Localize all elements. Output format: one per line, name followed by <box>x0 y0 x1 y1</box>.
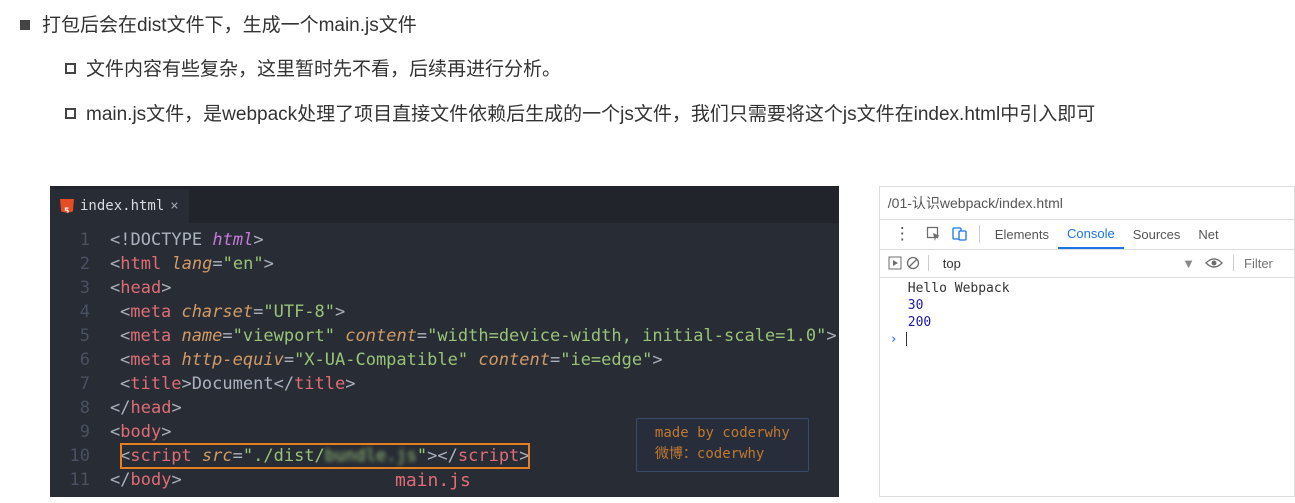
code-line: <meta charset="UTF-8"> <box>110 300 839 324</box>
kebab-menu-icon[interactable]: ⋮ <box>884 224 921 244</box>
live-expression-icon[interactable] <box>1205 256 1223 270</box>
inspect-element-icon[interactable] <box>921 226 947 242</box>
code-line: <!DOCTYPE html> <box>110 228 839 252</box>
close-icon[interactable]: × <box>170 194 178 218</box>
device-toggle-icon[interactable] <box>947 226 973 242</box>
devtools-tab-bar: ⋮ Elements Console Sources Net <box>880 220 1294 250</box>
separator <box>979 225 980 243</box>
bullet-level2: 文件内容有些复杂，这里暂时先不看，后续再进行分析。 <box>65 54 1295 86</box>
clear-console-icon[interactable] <box>906 256 920 270</box>
mainjs-annotation: main.js <box>395 469 471 493</box>
bullet-text: 文件内容有些复杂，这里暂时先不看，后续再进行分析。 <box>86 54 561 86</box>
separator <box>1233 255 1234 271</box>
code-line: </head> <box>110 396 839 420</box>
console-log-line: 30 <box>880 297 1294 314</box>
tab-filename: index.html <box>80 194 164 218</box>
hollow-square-bullet-icon <box>65 108 76 119</box>
editor-tab-bar: index.html × <box>50 189 839 223</box>
context-selector[interactable]: top <box>937 256 967 271</box>
bullet-level2: main.js文件，是webpack处理了项目直接文件依赖后生成的一个js文件，… <box>65 99 1295 131</box>
dropdown-caret-icon[interactable]: ▼ <box>1176 256 1201 271</box>
code-lines[interactable]: <!DOCTYPE html> <html lang="en"> <head> … <box>110 223 839 497</box>
hollow-square-bullet-icon <box>65 63 76 74</box>
code-editor: index.html × 1 2 3 4 5 6 7 8 9 10 11 <box>50 186 839 497</box>
html5-icon <box>60 199 74 213</box>
bullet-text: 打包后会在dist文件下，生成一个main.js文件 <box>42 10 417 42</box>
tab-sources[interactable]: Sources <box>1124 219 1190 249</box>
square-bullet-icon <box>20 20 30 30</box>
code-line: <meta name="viewport" content="width=dev… <box>110 324 839 348</box>
bullet-text: main.js文件，是webpack处理了项目直接文件依赖后生成的一个js文件，… <box>86 99 1095 131</box>
code-line: <html lang="en"> <box>110 252 839 276</box>
code-line: <head> <box>110 276 839 300</box>
console-output: Hello Webpack 30 200 › <box>880 278 1294 354</box>
separator <box>928 255 929 271</box>
code-area: 1 2 3 4 5 6 7 8 9 10 11 <!DOCTYPE html> … <box>50 223 839 497</box>
code-line: <title>Document</title> <box>110 372 839 396</box>
cursor <box>906 332 907 346</box>
watermark: made by coderwhy 微博：coderwhy <box>636 418 809 472</box>
console-prompt[interactable]: › <box>880 331 1294 348</box>
devtools-panel: /01-认识webpack/index.html ⋮ Elements Cons… <box>879 186 1295 497</box>
tab-elements[interactable]: Elements <box>986 219 1058 249</box>
prompt-arrow-icon: › <box>890 332 898 347</box>
tab-console[interactable]: Console <box>1058 219 1124 249</box>
tab-network[interactable]: Net <box>1189 219 1227 249</box>
console-toolbar: top ▼ <box>880 250 1294 278</box>
console-log-line: 200 <box>880 314 1294 331</box>
console-log-line: Hello Webpack <box>880 280 1294 297</box>
url-bar: /01-认识webpack/index.html <box>880 187 1294 220</box>
bullet-level1: 打包后会在dist文件下，生成一个main.js文件 <box>20 10 1295 42</box>
code-line: <meta http-equiv="X-UA-Compatible" conte… <box>110 348 839 372</box>
filter-input[interactable] <box>1244 256 1294 271</box>
editor-tab-active[interactable]: index.html × <box>50 189 189 223</box>
line-number-gutter: 1 2 3 4 5 6 7 8 9 10 11 <box>50 223 110 497</box>
play-icon[interactable] <box>888 256 902 270</box>
